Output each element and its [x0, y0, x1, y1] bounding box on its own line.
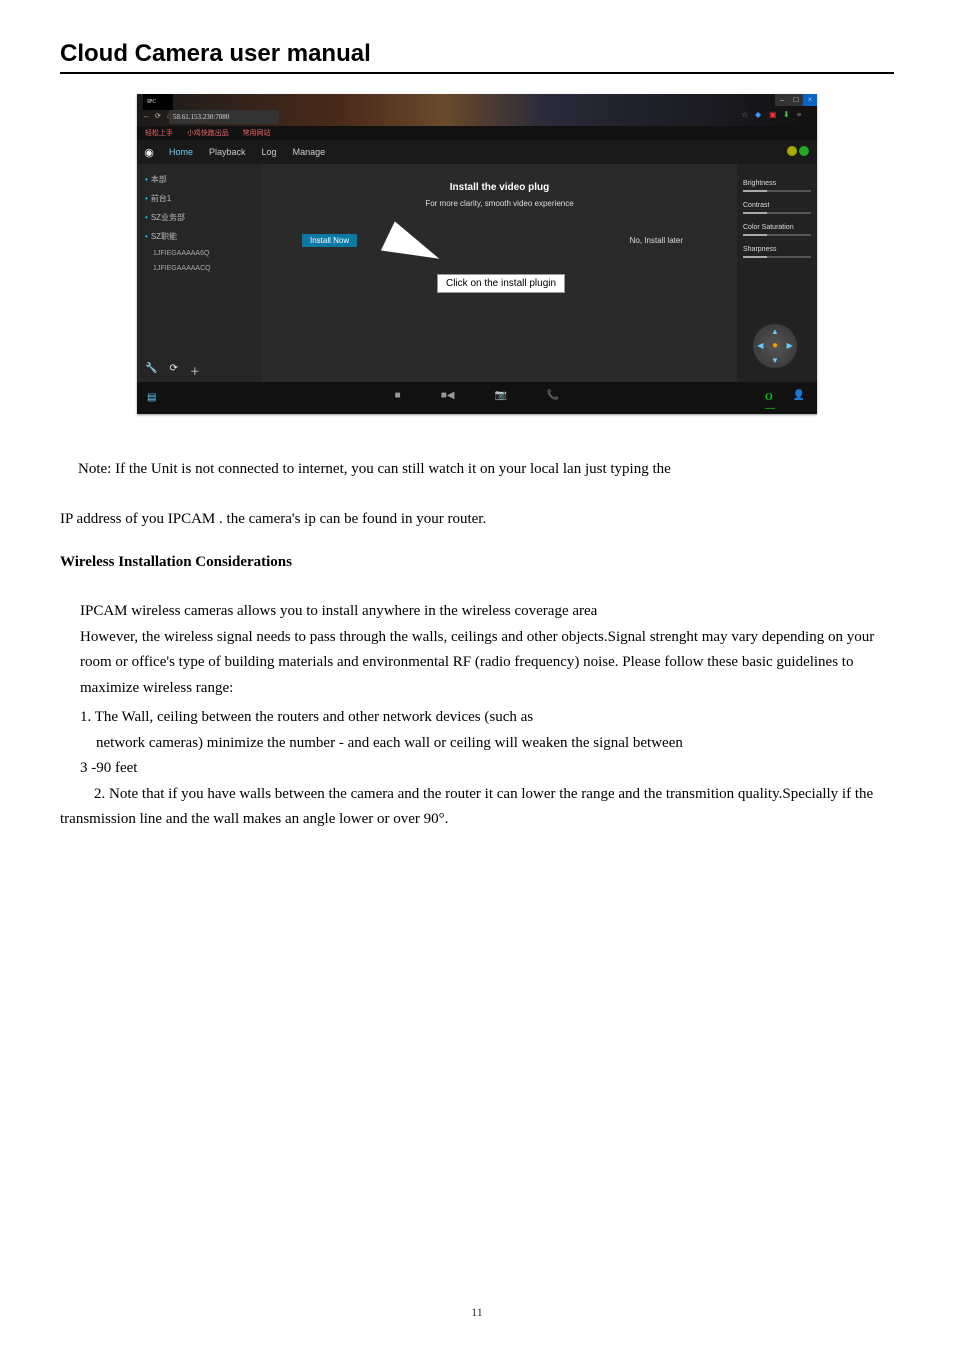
list-item-1b: network cameras) minimize the number - a… — [96, 731, 894, 757]
call-icon[interactable]: 📞 — [547, 390, 559, 401]
minimize-button[interactable]: – — [775, 94, 789, 106]
list-item-2: 2. Note that if you have walls between t… — [60, 782, 894, 833]
device-sidebar: •本部 •前台1 •SZ业务部 •SZ职能 1JFIEGAAAAA6Q 1JFI… — [137, 164, 262, 382]
brightness-slider[interactable] — [743, 190, 811, 192]
app-window: ◉ Home Playback Log Manage •本部 •前台1 •SZ业… — [137, 140, 817, 414]
brightness-label: Brightness — [743, 180, 811, 187]
nav-manage[interactable]: Manage — [285, 147, 334, 157]
sharpness-label: Sharpness — [743, 246, 811, 253]
list-item-1c: 3 -90 feet — [80, 756, 894, 782]
note-line-2: IP address of you IPCAM . the camera's i… — [60, 504, 894, 534]
back-icon[interactable]: ← — [143, 112, 151, 120]
page-number: 11 — [0, 1305, 954, 1320]
list-item-1a: 1. The Wall, ceiling between the routers… — [80, 705, 894, 731]
audio-icon[interactable]: ■◀ — [441, 390, 455, 401]
arrow-annotation — [378, 240, 436, 264]
sidebar-item[interactable]: •SZ业务部 — [143, 208, 256, 227]
refresh-icon[interactable]: ⟳ — [169, 363, 177, 378]
ptz-dpad[interactable]: ▲ ◀●▶ ▼ — [753, 324, 797, 368]
plugin-subtitle: For more clarity, smooth video experienc… — [262, 199, 737, 208]
doc-title: Cloud Camera user manual — [60, 40, 894, 74]
contrast-slider[interactable] — [743, 212, 811, 214]
wrench-icon[interactable]: 🔧 — [145, 363, 157, 378]
para-2: However, the wireless signal needs to pa… — [80, 625, 894, 702]
bottom-bar: ▤ ■ ■◀ 📷 📞 O— 👤 — [137, 382, 817, 414]
star-icon[interactable]: ☆ — [741, 110, 751, 120]
window-controls: – □ × — [775, 94, 817, 106]
install-now-button[interactable]: Install Now — [302, 234, 357, 247]
saturation-slider[interactable] — [743, 234, 811, 236]
maximize-button[interactable]: □ — [789, 94, 803, 106]
para-1: IPCAM wireless cameras allows you to ins… — [80, 599, 894, 625]
install-later-button[interactable]: No, Install later — [630, 236, 683, 245]
add-icon[interactable]: ＋ — [190, 363, 200, 378]
sidebar-item[interactable]: •前台1 — [143, 189, 256, 208]
bookmark-item[interactable]: 轻松上手 — [145, 129, 173, 137]
record-indicator[interactable]: O— — [765, 392, 777, 404]
browser-extensions: ☆ ◆ ▣ ⬇ ≡ — [741, 110, 807, 120]
url-bar[interactable]: 58.61.153.230:7080 — [169, 110, 279, 124]
section-title: Wireless Installation Considerations — [60, 554, 894, 571]
ext-icon-2[interactable]: ▣ — [769, 110, 779, 120]
snapshot-icon[interactable]: 📷 — [494, 390, 506, 401]
app-logo-icon: ◉ — [137, 146, 161, 159]
nav-playback[interactable]: Playback — [201, 147, 254, 157]
contrast-label: Contrast — [743, 202, 811, 209]
grid-layout-icon[interactable]: ▤ — [147, 392, 156, 403]
main-viewport: Install the video plug For more clarity,… — [262, 164, 737, 382]
close-button[interactable]: × — [803, 94, 817, 106]
status-dot-yellow — [787, 146, 797, 156]
down-icon[interactable]: ▼ — [768, 353, 783, 368]
app-screenshot: IPC – □ × ← ⟳ ⌂ 58.61.153.230:7080 ☆ ◆ ▣… — [137, 94, 817, 414]
status-indicators — [787, 146, 809, 156]
stop-icon[interactable]: ■ — [395, 390, 401, 401]
sharpness-slider[interactable] — [743, 256, 811, 258]
bookmark-item[interactable]: 常用网站 — [243, 129, 271, 137]
browser-chrome: IPC – □ × ← ⟳ ⌂ 58.61.153.230:7080 ☆ ◆ ▣… — [137, 94, 817, 126]
sidebar-footer-controls: 🔧 ⟳ ＋ — [145, 363, 200, 378]
bookmark-item[interactable]: 小鸡快跑出品 — [187, 129, 229, 137]
ext-icon-3[interactable]: ⬇ — [783, 110, 793, 120]
left-icon[interactable]: ◀ — [753, 339, 768, 354]
menu-icon[interactable]: ≡ — [797, 110, 807, 120]
bookmarks-bar: 轻松上手 小鸡快跑出品 常用网站 — [137, 126, 817, 140]
person-icon[interactable]: 👤 — [793, 390, 805, 401]
ext-icon-1[interactable]: ◆ — [755, 110, 765, 120]
sidebar-subitem[interactable]: 1JFIEGAAAAA6Q — [143, 246, 256, 261]
nav-home[interactable]: Home — [161, 147, 201, 157]
status-dot-green — [799, 146, 809, 156]
reload-icon[interactable]: ⟳ — [155, 112, 163, 120]
nav-log[interactable]: Log — [254, 147, 285, 157]
note-line-1: Note: If the Unit is not connected to in… — [60, 454, 894, 484]
sidebar-subitem[interactable]: 1JFIEGAAAAACQ — [143, 261, 256, 276]
app-topbar: ◉ Home Playback Log Manage — [137, 140, 817, 164]
sidebar-item[interactable]: •SZ职能 — [143, 227, 256, 246]
sidebar-item[interactable]: •本部 — [143, 170, 256, 189]
dpad-center[interactable]: ● — [768, 339, 783, 354]
right-icon[interactable]: ▶ — [782, 339, 797, 354]
browser-tab[interactable]: IPC — [143, 94, 173, 110]
saturation-label: Color Saturation — [743, 224, 811, 231]
callout-label: Click on the install plugin — [437, 274, 565, 293]
plugin-title: Install the video plug — [262, 182, 737, 193]
up-icon[interactable]: ▲ — [768, 324, 783, 339]
